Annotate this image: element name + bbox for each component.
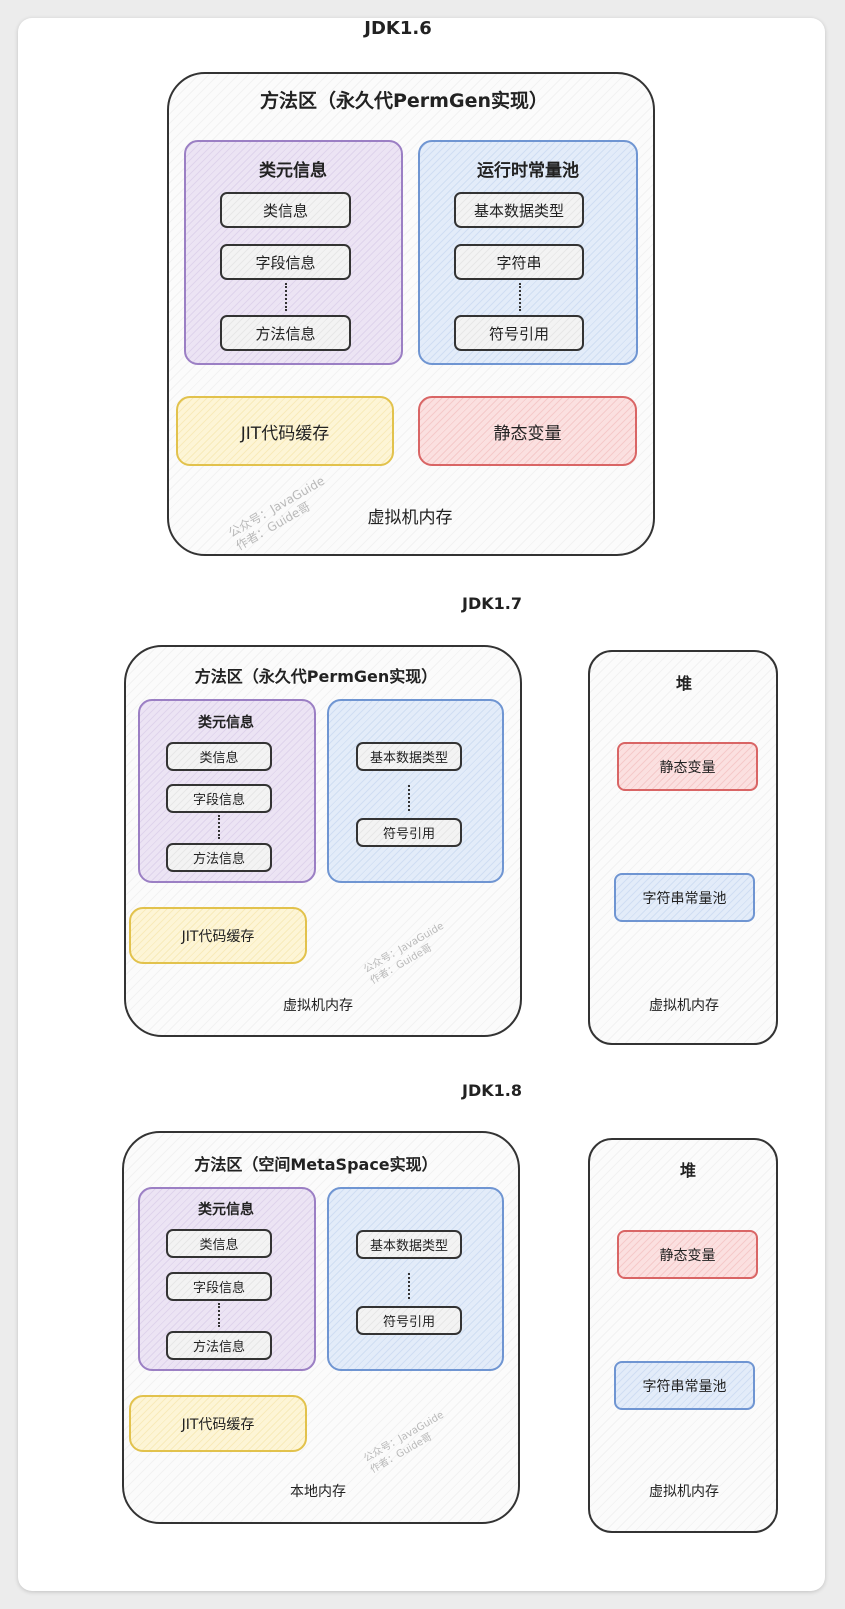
jdk17-method-area-title: 方法区（永久代PermGen实现） [194, 667, 438, 686]
jdk18-jit-code-cache: JIT代码缓存 [129, 1395, 307, 1452]
jdk18-class-info: 类信息 [166, 1229, 272, 1258]
jdk18-runtime-const-pool-box [327, 1187, 504, 1371]
jdk17-heap-region [588, 650, 778, 1045]
jdk16-primitive-types: 基本数据类型 [454, 192, 584, 228]
jdk16-method-info: 方法信息 [220, 315, 351, 351]
jdk16-strings: 字符串 [454, 244, 584, 280]
jdk16-symbolic-refs: 符号引用 [454, 315, 584, 351]
jdk18-primitive-types: 基本数据类型 [356, 1230, 462, 1259]
jdk16-field-info: 字段信息 [220, 244, 351, 280]
jdk16-class-meta-title: 类元信息 [259, 161, 327, 181]
jdk16-class-info: 类信息 [220, 192, 351, 228]
jdk17-heap-string-pool: 字符串常量池 [614, 873, 755, 922]
jdk17-symbolic-refs: 符号引用 [356, 818, 462, 847]
jdk18-title: JDK1.8 [462, 1081, 522, 1100]
jdk18-class-meta-ellipsis [218, 1303, 220, 1327]
jdk16-runtime-const-pool-title: 运行时常量池 [477, 161, 579, 181]
jdk17-field-info: 字段信息 [166, 784, 272, 813]
jdk16-title: JDK1.6 [364, 18, 432, 39]
jdk17-primitive-types: 基本数据类型 [356, 742, 462, 771]
jdk18-method-info: 方法信息 [166, 1331, 272, 1360]
jdk17-const-pool-ellipsis [408, 785, 410, 811]
jdk17-jit-code-cache: JIT代码缓存 [129, 907, 307, 964]
jdk16-jit-code-cache: JIT代码缓存 [176, 396, 394, 466]
jdk16-method-area-title: 方法区（永久代PermGen实现） [260, 90, 548, 112]
jdk18-heap-region [588, 1138, 778, 1533]
jdk17-region-label: 虚拟机内存 [283, 998, 353, 1014]
jdk18-const-pool-ellipsis [408, 1273, 410, 1299]
jdk17-heap-region-label: 虚拟机内存 [649, 998, 719, 1014]
jdk17-title: JDK1.7 [462, 594, 522, 613]
jdk18-heap-static-vars: 静态变量 [617, 1230, 758, 1279]
jdk17-class-info: 类信息 [166, 742, 272, 771]
jdk17-runtime-const-pool-box [327, 699, 504, 883]
jdk17-class-meta-title: 类元信息 [198, 715, 254, 731]
jdk18-class-meta-title: 类元信息 [198, 1202, 254, 1218]
jdk18-heap-string-pool: 字符串常量池 [614, 1361, 755, 1410]
jdk16-const-pool-ellipsis [519, 283, 521, 311]
jdk17-heap-static-vars: 静态变量 [617, 742, 758, 791]
jdk18-heap-region-label: 虚拟机内存 [649, 1484, 719, 1500]
jdk16-class-meta-ellipsis [285, 283, 287, 311]
jdk18-field-info: 字段信息 [166, 1272, 272, 1301]
jdk17-class-meta-ellipsis [218, 815, 220, 839]
jdk16-region-label: 虚拟机内存 [367, 508, 453, 528]
jdk18-method-area-title: 方法区（空间MetaSpace实现） [194, 1155, 438, 1174]
jdk16-static-vars: 静态变量 [418, 396, 637, 466]
jdk18-region-label: 本地内存 [290, 1484, 346, 1500]
jdk18-symbolic-refs: 符号引用 [356, 1306, 462, 1335]
jdk18-heap-title: 堆 [679, 1161, 697, 1180]
jdk17-method-info: 方法信息 [166, 843, 272, 872]
jdk17-heap-title: 堆 [675, 674, 693, 693]
